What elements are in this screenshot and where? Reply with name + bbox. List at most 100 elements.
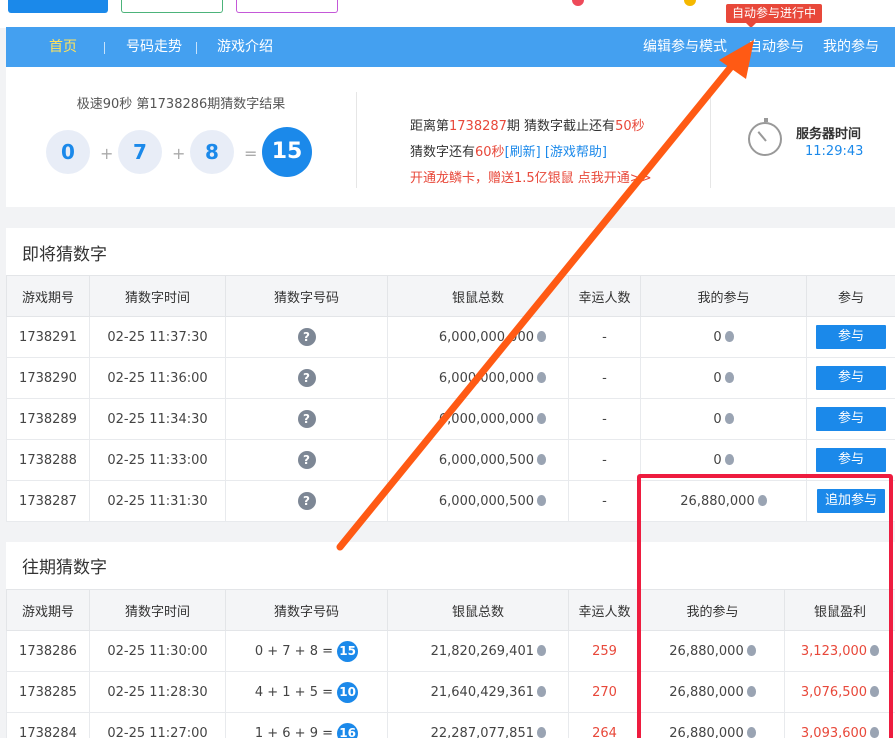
server-time-label: 服务器时间: [796, 127, 862, 142]
sum-ball: 15: [337, 640, 359, 662]
server-time-value: 11:29:43: [805, 144, 864, 159]
panel-divider: [710, 92, 711, 188]
lucky-cell: 259: [568, 630, 641, 672]
add-participation-button[interactable]: 追加参与: [817, 489, 885, 513]
total-value: 6,000,000,000: [438, 370, 534, 386]
result-ball: 7: [118, 130, 162, 174]
column-header: 猜数字时间: [89, 589, 226, 631]
mine-cell: 26,880,000: [640, 630, 785, 672]
countdown-line: 距离第1738287期 猜数字截止还有50秒: [410, 115, 645, 134]
silver-mouse-icon: [724, 453, 734, 465]
silver-mouse-icon: [537, 494, 546, 506]
nav-home[interactable]: 首页: [49, 27, 77, 67]
red-dot-icon: [572, 0, 584, 6]
upcoming-section: 即将猜数字 游戏期号 猜数字时间 猜数字号码 银鼠总数 幸运人数 我的参与 参与…: [6, 228, 895, 522]
table-row: 1738287 02-25 11:31:30 ? 6,000,000,500 -…: [6, 480, 895, 522]
table-row: 1738288 02-25 11:33:00 ? 6,000,000,500 -…: [6, 439, 895, 481]
column-header: 我的参与: [640, 275, 807, 317]
action-cell: 参与: [806, 398, 895, 440]
nav-auto-participate[interactable]: 自动参与: [748, 27, 804, 67]
mine-value: 0: [713, 452, 722, 468]
panel-divider: [356, 92, 357, 188]
top-primary-button[interactable]: [8, 0, 108, 13]
result-title: 极速90秒 第1738286期猜数字结果: [76, 97, 286, 112]
equals-sign: =: [244, 144, 258, 163]
action-cell: 参与: [806, 439, 895, 481]
result-ball: 8: [190, 130, 234, 174]
silver-mouse-icon: [870, 644, 880, 656]
total-cell: 21,640,429,361: [387, 671, 569, 713]
plus-sign: +: [100, 144, 114, 163]
profit-value: 3,123,000: [800, 643, 868, 659]
column-header: 幸运人数: [568, 589, 641, 631]
time-cell: 02-25 11:30:00: [89, 630, 226, 672]
nav-separator: [104, 42, 105, 54]
result-sum-ball: 15: [262, 127, 312, 177]
silver-mouse-icon: [537, 644, 546, 656]
promo-link[interactable]: 开通龙鳞卡，赠送1.5亿银鼠 点我开通>>: [410, 167, 652, 186]
mine-cell: 26,880,000: [640, 712, 785, 738]
period-cell: 1738289: [6, 398, 90, 440]
top-purple-button[interactable]: [236, 0, 338, 13]
total-cell: 6,000,000,500: [387, 480, 569, 522]
time-cell: 02-25 11:37:30: [89, 316, 226, 358]
profit-value: 3,076,500: [800, 684, 868, 700]
silver-mouse-icon: [746, 726, 756, 738]
column-header: 猜数字号码: [225, 589, 388, 631]
question-icon: ?: [297, 451, 316, 469]
refresh-link[interactable]: [刷新]: [505, 145, 541, 160]
participate-button[interactable]: 参与: [816, 366, 886, 390]
lucky-cell: 264: [568, 712, 641, 738]
nav-my-participation[interactable]: 我的参与: [823, 27, 879, 67]
period-cell: 1738291: [6, 316, 90, 358]
period-cell: 1738287: [6, 480, 90, 522]
formula-text: 4 + 1 + 5 =: [254, 684, 333, 700]
lucky-cell: -: [568, 480, 641, 522]
time-cell: 02-25 11:36:00: [89, 357, 226, 399]
lucky-cell: -: [568, 357, 641, 399]
next-period: 1738287: [449, 119, 507, 134]
silver-mouse-icon: [537, 453, 546, 465]
nav-edit-mode[interactable]: 编辑参与模式: [643, 27, 727, 67]
total-value: 6,000,000,500: [438, 493, 534, 509]
period-cell: 1738290: [6, 357, 90, 399]
column-header: 幸运人数: [568, 275, 641, 317]
table-row: 1738291 02-25 11:37:30 ? 6,000,000,000 -…: [6, 316, 895, 358]
silver-mouse-icon: [537, 685, 546, 697]
nav-intro[interactable]: 游戏介绍: [217, 27, 273, 67]
countdown-text: 距离第: [410, 119, 450, 134]
silver-mouse-icon: [724, 371, 734, 383]
participate-button[interactable]: 参与: [816, 325, 886, 349]
table-row: 1738290 02-25 11:36:00 ? 6,000,000,000 -…: [6, 357, 895, 399]
column-header: 银鼠盈利: [784, 589, 895, 631]
table-row: 1738289 02-25 11:34:30 ? 6,000,000,000 -…: [6, 398, 895, 440]
profit-cell: 3,076,500: [784, 671, 895, 713]
help-link[interactable]: [游戏帮助]: [545, 145, 607, 160]
period-cell: 1738284: [6, 712, 90, 738]
total-value: 6,000,000,000: [438, 411, 534, 427]
past-section: 往期猜数字 游戏期号 猜数字时间 猜数字号码 银鼠总数 幸运人数 我的参与 银鼠…: [6, 542, 895, 738]
mine-cell: 0: [640, 398, 807, 440]
nav-trend[interactable]: 号码走势: [126, 27, 182, 67]
silver-mouse-icon: [724, 412, 734, 424]
past-title: 往期猜数字: [22, 558, 107, 578]
period-cell: 1738288: [6, 439, 90, 481]
time-cell: 02-25 11:28:30: [89, 671, 226, 713]
sum-ball: 10: [337, 681, 359, 703]
mine-cell: 26,880,000: [640, 480, 807, 522]
time-cell: 02-25 11:27:00: [89, 712, 226, 738]
silver-mouse-icon: [537, 330, 546, 342]
profit-cell: 3,093,600: [784, 712, 895, 738]
top-green-button[interactable]: [121, 0, 223, 13]
mine-value: 26,880,000: [669, 684, 744, 700]
participate-button[interactable]: 参与: [816, 407, 886, 431]
column-header: 猜数字号码: [225, 275, 388, 317]
silver-mouse-icon: [537, 412, 546, 424]
result-ball: 0: [46, 130, 90, 174]
column-header: 我的参与: [640, 589, 785, 631]
mine-value: 26,880,000: [669, 725, 744, 738]
sum-ball: 16: [337, 722, 359, 738]
period-cell: 1738286: [6, 630, 90, 672]
participate-button[interactable]: 参与: [816, 448, 886, 472]
table-row: 1738286 02-25 11:30:00 0 + 7 + 8 = 15 21…: [6, 630, 895, 672]
